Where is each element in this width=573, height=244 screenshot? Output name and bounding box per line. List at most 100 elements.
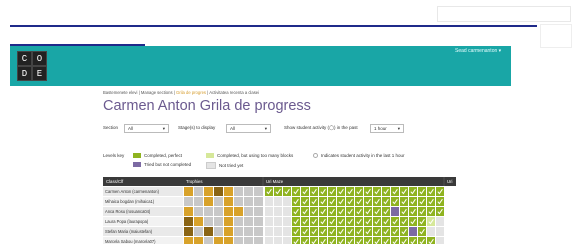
level-cell[interactable] [409,217,417,226]
level-cell[interactable] [310,207,318,216]
level-cell[interactable] [310,197,318,206]
level-cell[interactable] [274,187,282,196]
level-cell[interactable] [301,187,309,196]
level-cell[interactable] [283,187,291,196]
level-cell[interactable] [292,207,300,216]
level-cell[interactable] [427,217,435,226]
level-cell[interactable] [436,227,444,236]
level-cell[interactable] [427,187,435,196]
breadcrumb-students[interactable]: Bastemenete elevi [103,90,137,95]
level-cell[interactable] [427,227,435,236]
level-cell[interactable] [310,217,318,226]
level-cell[interactable] [283,217,291,226]
level-cell[interactable] [436,187,444,196]
level-cell[interactable] [328,227,336,236]
breadcrumb-recent-activity[interactable]: Activitatea recenta a clasei [209,90,259,95]
level-cell[interactable] [265,187,273,196]
level-cell[interactable] [355,207,363,216]
level-cell[interactable] [319,197,327,206]
level-cell[interactable] [400,217,408,226]
level-cell[interactable] [337,207,345,216]
level-cell[interactable] [328,187,336,196]
level-cell[interactable] [346,227,354,236]
level-cell[interactable] [301,217,309,226]
level-cell[interactable] [301,197,309,206]
level-cell[interactable] [409,227,417,236]
level-cell[interactable] [391,197,399,206]
level-cell[interactable] [337,217,345,226]
level-cell[interactable] [436,207,444,216]
level-cell[interactable] [310,227,318,236]
level-cell[interactable] [301,207,309,216]
level-cell[interactable] [265,227,273,236]
level-cell[interactable] [319,227,327,236]
level-cell[interactable] [418,207,426,216]
level-cell[interactable] [346,217,354,226]
level-cell[interactable] [355,197,363,206]
level-cell[interactable] [418,187,426,196]
level-cell[interactable] [364,217,372,226]
level-cell[interactable] [382,207,390,216]
level-cell[interactable] [382,227,390,236]
level-cell[interactable] [382,197,390,206]
student-name[interactable]: Laura Popa (laurapopa) [105,219,149,224]
user-menu[interactable]: Sead carmenanton ▾ [455,48,501,54]
level-cell[interactable] [265,207,273,216]
level-cell[interactable] [283,207,291,216]
level-cell[interactable] [436,217,444,226]
level-cell[interactable] [409,207,417,216]
level-cell[interactable] [364,207,372,216]
level-cell[interactable] [346,197,354,206]
level-cell[interactable] [400,197,408,206]
level-cell[interactable] [373,207,381,216]
level-cell[interactable] [274,207,282,216]
student-name[interactable]: Stefan Maria (maiustefan) [105,229,153,234]
level-cell[interactable] [355,227,363,236]
level-cell[interactable] [310,187,318,196]
level-cell[interactable] [328,217,336,226]
level-cell[interactable] [373,187,381,196]
level-cell[interactable] [265,197,273,206]
level-cell[interactable] [292,197,300,206]
level-cell[interactable] [409,197,417,206]
level-cell[interactable] [364,197,372,206]
student-name[interactable]: Carmen Anton (carmenanton) [105,189,160,194]
level-cell[interactable] [301,227,309,236]
section-select[interactable]: All ▾ [124,124,169,133]
level-cell[interactable] [355,187,363,196]
level-cell[interactable] [418,217,426,226]
level-cell[interactable] [364,227,372,236]
level-cell[interactable] [265,217,273,226]
level-cell[interactable] [319,187,327,196]
stage-select[interactable]: All ▾ [226,124,271,133]
level-cell[interactable] [337,197,345,206]
breadcrumb-progress-grid[interactable]: Grila de progres [176,90,206,95]
student-name[interactable]: Mihaica bogdan (mihaica1) [105,199,155,204]
level-cell[interactable] [373,217,381,226]
level-cell[interactable] [391,227,399,236]
level-cell[interactable] [319,207,327,216]
level-cell[interactable] [373,197,381,206]
level-cell[interactable] [427,207,435,216]
level-cell[interactable] [418,197,426,206]
level-cell[interactable] [373,227,381,236]
level-cell[interactable] [355,217,363,226]
level-cell[interactable] [274,197,282,206]
level-cell[interactable] [319,217,327,226]
level-cell[interactable] [391,217,399,226]
level-cell[interactable] [328,197,336,206]
student-name[interactable]: Anca Rosu (rosuanca04) [105,209,151,214]
level-cell[interactable] [382,217,390,226]
level-cell[interactable] [382,187,390,196]
level-cell[interactable] [283,237,291,244]
code-logo[interactable]: C O D E [17,51,47,81]
level-cell[interactable] [346,207,354,216]
level-cell[interactable] [400,207,408,216]
level-cell[interactable] [436,237,444,244]
level-cell[interactable] [283,197,291,206]
level-cell[interactable] [436,197,444,206]
level-cell[interactable] [400,227,408,236]
level-cell[interactable] [337,187,345,196]
level-cell[interactable] [292,217,300,226]
level-cell[interactable] [409,187,417,196]
